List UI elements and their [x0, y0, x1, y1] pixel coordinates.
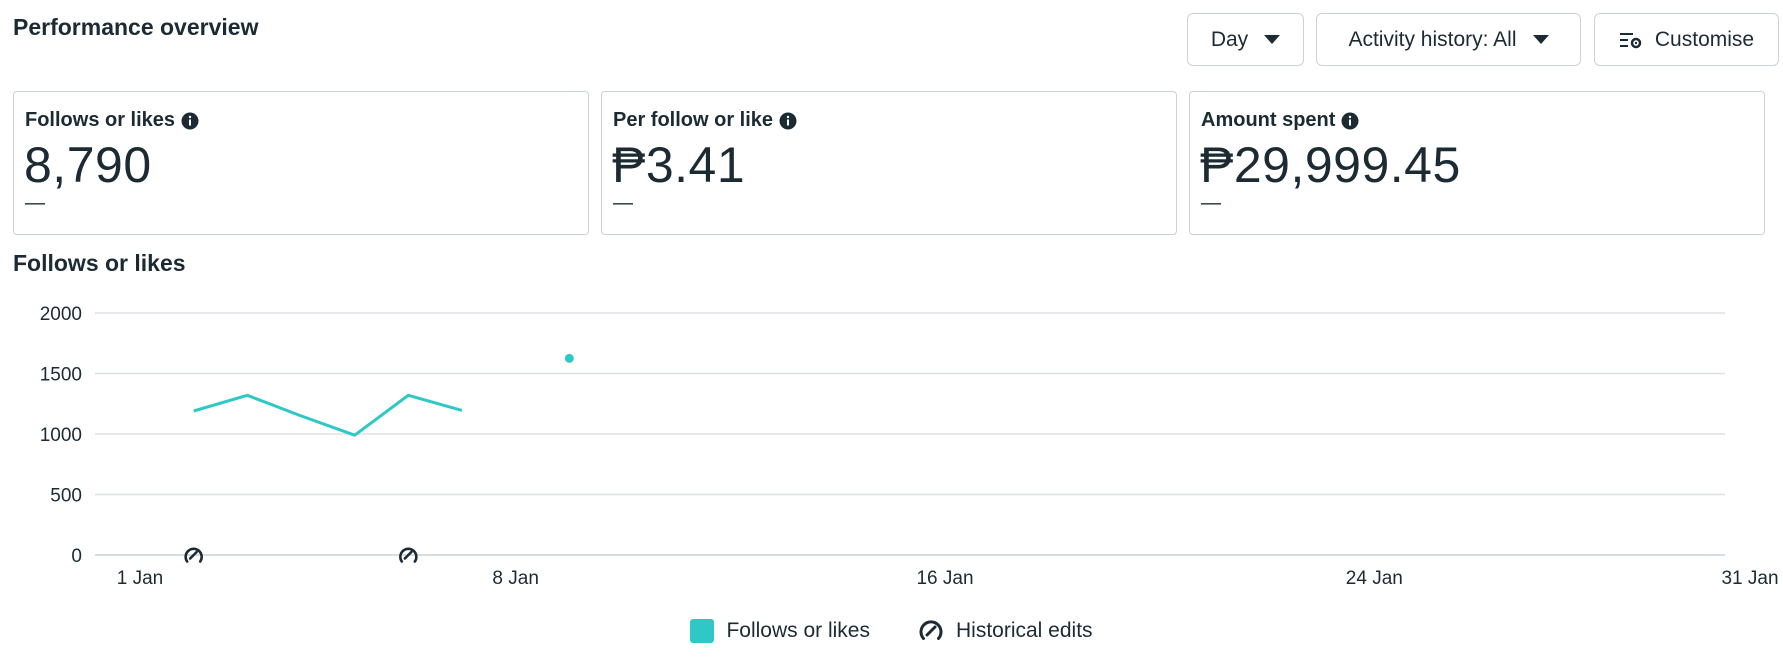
legend-label: Follows or likes: [726, 619, 870, 642]
metric-value: 8,790: [24, 137, 152, 193]
y-tick-label: 500: [50, 486, 82, 507]
y-tick-label: 0: [71, 546, 82, 567]
metric-card-amount-spent: Amount spent ₱29,999.45 —: [1189, 91, 1765, 235]
x-tick-label: 24 Jan: [1346, 568, 1403, 589]
info-icon[interactable]: [181, 112, 199, 130]
activity-history-dropdown-button[interactable]: Activity history: All: [1316, 13, 1581, 66]
page-title: Performance overview: [13, 14, 259, 40]
day-dropdown-label: Day: [1210, 27, 1249, 51]
caret-down-icon: [1532, 35, 1549, 44]
metric-card-cost-per-follow: Per follow or like ₱3.41 —: [601, 91, 1177, 235]
metric-label: Follows or likes: [25, 109, 176, 131]
x-tick-label: 8 Jan: [492, 568, 538, 589]
x-tick-label: 31 Jan: [1721, 568, 1778, 589]
customise-button[interactable]: Customise: [1594, 13, 1779, 66]
chart-legend: Follows or likes Historical edits: [0, 618, 1783, 644]
y-tick-label: 1500: [40, 365, 82, 386]
legend-item-follows[interactable]: Follows or likes: [690, 619, 870, 643]
info-icon[interactable]: [1341, 112, 1359, 130]
customise-settings-icon: [1619, 30, 1655, 50]
legend-swatch: [690, 619, 715, 643]
metric-value: ₱29,999.45: [1200, 137, 1461, 193]
day-dropdown-button[interactable]: Day: [1187, 13, 1304, 66]
metric-card-follows: Follows or likes 8,790 —: [13, 91, 589, 235]
historical-edit-icon: [918, 618, 944, 644]
metric-label: Amount spent: [1201, 109, 1336, 131]
legend-item-historical-edits[interactable]: Historical edits: [918, 618, 1093, 644]
caret-down-icon: [1264, 35, 1281, 44]
chart-title: Follows or likes: [13, 250, 186, 276]
metric-delta: —: [25, 192, 45, 214]
data-point: [564, 353, 574, 363]
metric-delta: —: [613, 192, 633, 214]
metric-label: Per follow or like: [613, 109, 774, 131]
metric-value: ₱3.41: [612, 137, 746, 193]
info-icon[interactable]: [779, 112, 797, 130]
y-tick-label: 1000: [40, 425, 82, 446]
series-line: [193, 393, 463, 437]
x-tick-label: 1 Jan: [117, 568, 163, 589]
x-tick-label: 16 Jan: [916, 568, 973, 589]
follows-line-chart: 0 500 1000 1500 2000 1 Jan 8 Jan 16 Jan 24 Jan 31…: [40, 304, 1779, 589]
y-tick-label: 2000: [40, 304, 82, 325]
legend-label: Historical edits: [956, 619, 1093, 642]
activity-history-label: Activity history: All: [1348, 27, 1517, 51]
metric-delta: —: [1201, 192, 1221, 214]
customise-label: Customise: [1654, 27, 1755, 51]
